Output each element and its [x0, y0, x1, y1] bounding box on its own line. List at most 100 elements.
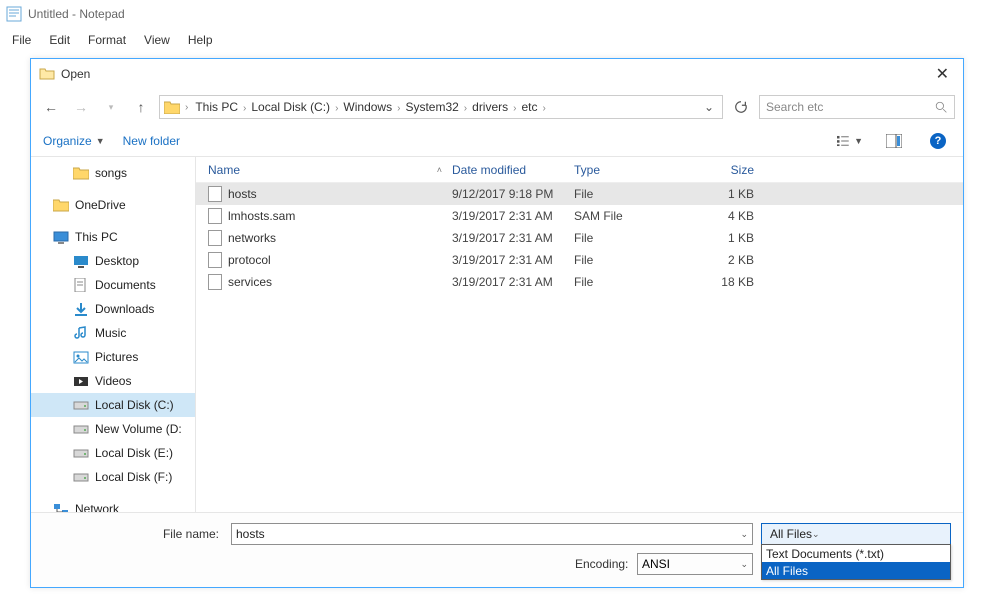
disk-icon: [73, 398, 89, 412]
file-row[interactable]: hosts9/12/2017 9:18 PMFile1 KB: [196, 183, 963, 205]
tree-item[interactable]: OneDrive: [31, 193, 195, 217]
file-row[interactable]: networks3/19/2017 2:31 AMFile1 KB: [196, 227, 963, 249]
chevron-down-icon: ▼: [96, 136, 105, 146]
chevron-down-icon[interactable]: ⌄: [740, 529, 748, 540]
tree-item[interactable]: Network: [31, 497, 195, 512]
recent-dropdown[interactable]: ▾: [99, 95, 123, 119]
file-type: SAM File: [574, 209, 694, 223]
tree-item[interactable]: Local Disk (F:): [31, 465, 195, 489]
tree-item-label: New Volume (D:: [95, 422, 182, 436]
chevron-right-icon: ›: [512, 103, 517, 114]
preview-pane-button[interactable]: [881, 130, 907, 152]
search-icon: [935, 101, 948, 114]
file-name: protocol: [228, 253, 271, 267]
tree-item[interactable]: Pictures: [31, 345, 195, 369]
pc-icon: [53, 230, 69, 244]
breadcrumb-item[interactable]: System32: [401, 100, 462, 114]
file-type: File: [574, 253, 694, 267]
tree-item[interactable]: songs: [31, 161, 195, 185]
file-name: hosts: [228, 187, 257, 201]
tree-item-label: Local Disk (E:): [95, 446, 173, 460]
file-row[interactable]: lmhosts.sam3/19/2017 2:31 AMSAM File4 KB: [196, 205, 963, 227]
filename-input[interactable]: hosts ⌄: [231, 523, 753, 545]
new-folder-button[interactable]: New folder: [123, 134, 180, 148]
dialog-title: Open: [61, 67, 90, 81]
tree-item-label: Music: [95, 326, 126, 340]
file-icon: [208, 186, 222, 202]
file-name: services: [228, 275, 272, 289]
file-row[interactable]: protocol 3/19/2017 2:31 AMFile2 KB: [196, 249, 963, 271]
tree-item-label: Local Disk (F:): [95, 470, 172, 484]
tree-item[interactable]: Desktop: [31, 249, 195, 273]
filetype-select[interactable]: All Files ⌄ Text Documents (*.txt) All F…: [761, 523, 951, 545]
file-type: File: [574, 231, 694, 245]
tree-item-label: Videos: [95, 374, 131, 388]
folder-icon: [53, 198, 69, 212]
breadcrumb-item[interactable]: This PC: [191, 100, 242, 114]
notepad-menubar: File Edit Format View Help: [0, 28, 994, 52]
refresh-button[interactable]: [729, 95, 753, 119]
menu-format[interactable]: Format: [80, 31, 134, 49]
menu-edit[interactable]: Edit: [41, 31, 78, 49]
filetype-option-txt[interactable]: Text Documents (*.txt): [762, 545, 950, 562]
file-size: 2 KB: [694, 253, 764, 267]
file-date: 3/19/2017 2:31 AM: [452, 253, 574, 267]
column-name[interactable]: Name ˄: [196, 163, 452, 177]
menu-help[interactable]: Help: [180, 31, 221, 49]
back-button[interactable]: ←: [39, 95, 63, 119]
column-size[interactable]: Size: [694, 163, 764, 177]
menu-view[interactable]: View: [136, 31, 178, 49]
tree-item[interactable]: This PC: [31, 225, 195, 249]
tree-item[interactable]: Downloads: [31, 297, 195, 321]
file-name: lmhosts.sam: [228, 209, 295, 223]
search-placeholder: Search etc: [766, 100, 935, 114]
dialog-bottom: File name: hosts ⌄ All Files ⌄ Text Docu…: [31, 512, 963, 587]
tree-item-label: Pictures: [95, 350, 138, 364]
tree-item[interactable]: Local Disk (E:): [31, 441, 195, 465]
breadcrumb[interactable]: › This PC›Local Disk (C:)›Windows›System…: [159, 95, 723, 119]
preview-pane-icon: [886, 134, 902, 148]
breadcrumb-item[interactable]: etc: [518, 100, 542, 114]
tree-item[interactable]: New Volume (D:: [31, 417, 195, 441]
notepad-titlebar: Untitled - Notepad: [0, 0, 994, 28]
file-icon: [208, 208, 222, 224]
tree-item[interactable]: Music: [31, 321, 195, 345]
filetype-option-all[interactable]: All Files: [762, 562, 950, 579]
forward-button[interactable]: →: [69, 95, 93, 119]
breadcrumb-dropdown[interactable]: ⌄: [700, 100, 718, 114]
folder-icon: [164, 100, 180, 114]
menu-file[interactable]: File: [4, 31, 39, 49]
breadcrumb-item[interactable]: Local Disk (C:): [247, 100, 334, 114]
file-size: 1 KB: [694, 187, 764, 201]
file-size: 1 KB: [694, 231, 764, 245]
organize-button[interactable]: Organize ▼: [43, 134, 105, 148]
network-icon: [53, 502, 69, 512]
up-button[interactable]: ↑: [129, 95, 153, 119]
tree-item[interactable]: Videos: [31, 369, 195, 393]
dialog-titlebar: Open ✕: [31, 59, 963, 89]
disk-icon: [73, 446, 89, 460]
column-type[interactable]: Type: [574, 163, 694, 177]
file-size: 18 KB: [694, 275, 764, 289]
tree-item-label: Desktop: [95, 254, 139, 268]
tree-item[interactable]: Documents: [31, 273, 195, 297]
tree-item-label: Local Disk (C:): [95, 398, 174, 412]
tree-item[interactable]: Local Disk (C:): [31, 393, 195, 417]
chevron-down-icon: ⌄: [740, 559, 748, 570]
column-date[interactable]: Date modified: [452, 163, 574, 177]
file-icon: [208, 274, 222, 290]
breadcrumb-item[interactable]: drivers: [468, 100, 512, 114]
close-button[interactable]: ✕: [930, 64, 955, 84]
file-type: File: [574, 187, 694, 201]
breadcrumb-item[interactable]: Windows: [339, 100, 396, 114]
navigation-tree: songs OneDrive This PC Desktop DocumentsDown…: [31, 157, 196, 512]
encoding-label: Encoding:: [575, 557, 629, 571]
encoding-select[interactable]: ANSI ⌄: [637, 553, 753, 575]
tree-item-label: This PC: [75, 230, 118, 244]
folder-open-icon: [39, 66, 55, 82]
file-row[interactable]: services3/19/2017 2:31 AMFile18 KB: [196, 271, 963, 293]
search-input[interactable]: Search etc: [759, 95, 955, 119]
picture-icon: [73, 350, 89, 364]
help-button[interactable]: ?: [925, 130, 951, 152]
view-options-button[interactable]: ▼: [837, 130, 863, 152]
